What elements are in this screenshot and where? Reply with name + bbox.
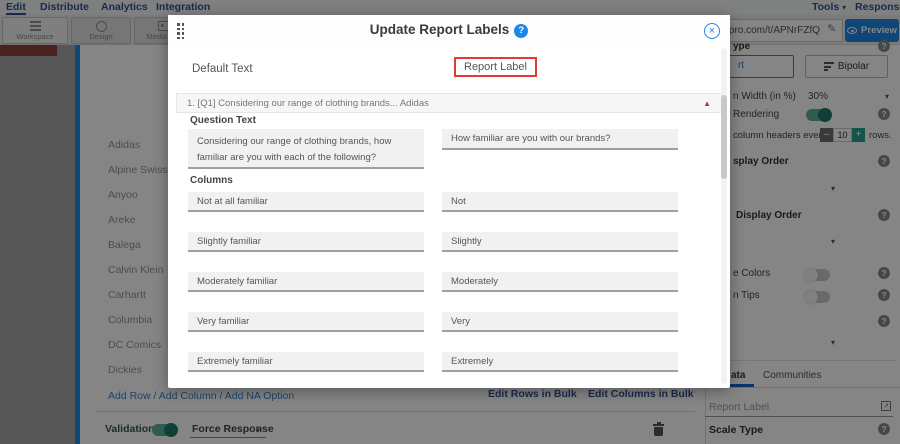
modal-header: Update Report Labels? × xyxy=(168,15,730,47)
collapse-arrow-icon: ▲ xyxy=(703,94,711,113)
modal-title: Update Report Labels xyxy=(370,22,510,37)
modal-scrollbar-thumb[interactable] xyxy=(721,95,727,179)
column-report-input[interactable]: Extremely xyxy=(442,352,678,372)
update-report-labels-modal: Update Report Labels? × Default Text Rep… xyxy=(168,15,730,388)
column-default-input[interactable]: Extremely familiar xyxy=(188,352,424,372)
app-root: Edit Distribute Analytics Integration To… xyxy=(0,0,900,444)
column-report-input[interactable]: Very xyxy=(442,312,678,332)
columns-label: Columns xyxy=(190,175,233,186)
question-report-textarea[interactable]: How familiar are you with our brands? xyxy=(442,129,678,150)
default-text-column-header: Default Text xyxy=(192,63,253,75)
column-report-input[interactable]: Slightly xyxy=(442,232,678,252)
question-accordion-header[interactable]: 1. [Q1] Considering our range of clothin… xyxy=(176,93,722,113)
column-report-input[interactable]: Moderately xyxy=(442,272,678,292)
report-label-column-header-annotation: Report Label xyxy=(454,57,537,77)
question-default-textarea[interactable]: Considering our range of clothing brands… xyxy=(188,129,424,169)
question-text-label: Question Text xyxy=(190,115,256,126)
question-header-text: 1. [Q1] Considering our range of clothin… xyxy=(187,98,429,109)
close-icon[interactable]: × xyxy=(704,23,720,39)
column-default-input[interactable]: Very familiar xyxy=(188,312,424,332)
column-default-input[interactable]: Slightly familiar xyxy=(188,232,424,252)
help-icon[interactable]: ? xyxy=(514,24,528,38)
column-report-input[interactable]: Not xyxy=(442,192,678,212)
column-default-input[interactable]: Moderately familiar xyxy=(188,272,424,292)
column-default-input[interactable]: Not at all familiar xyxy=(188,192,424,212)
